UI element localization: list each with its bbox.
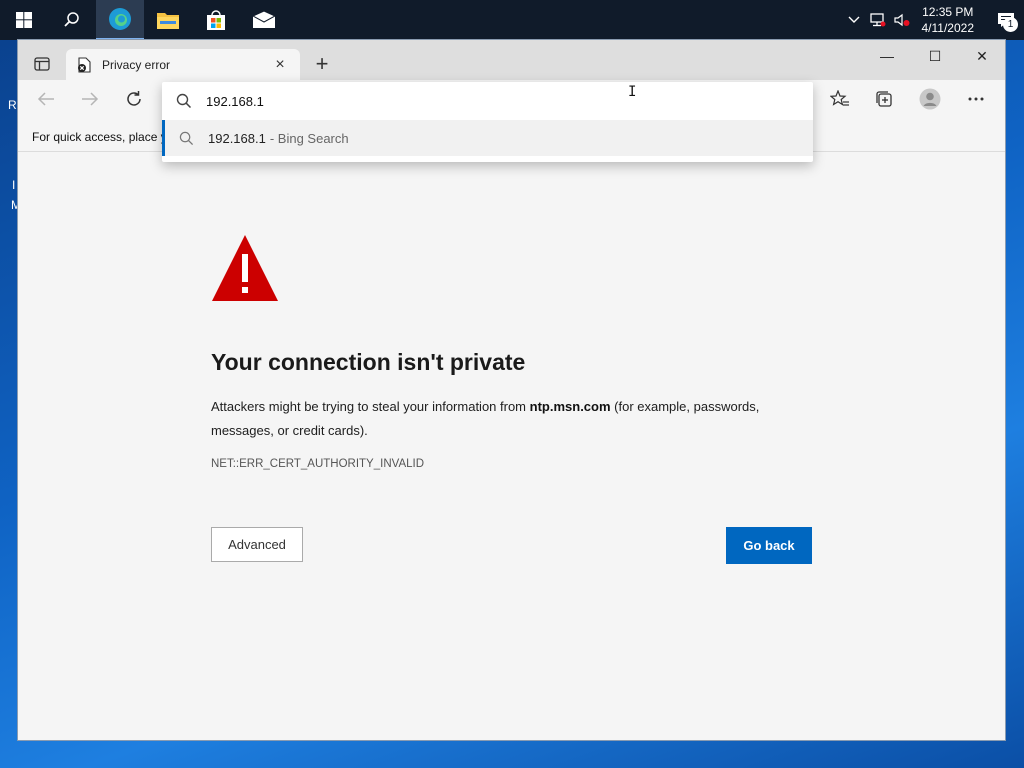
- tab-close-button[interactable]: ×: [270, 56, 290, 74]
- avatar-icon: [919, 88, 941, 110]
- error-title: Your connection isn't private: [211, 349, 526, 375]
- search-button[interactable]: [48, 0, 96, 40]
- edge-icon: [109, 8, 131, 30]
- search-icon: [64, 12, 79, 27]
- network-icon: [869, 13, 885, 27]
- address-input[interactable]: [206, 93, 726, 109]
- settings-more-button[interactable]: [960, 84, 992, 114]
- minimize-button[interactable]: —: [864, 40, 910, 72]
- refresh-button[interactable]: [118, 84, 150, 114]
- taskbar-file-explorer[interactable]: [144, 0, 192, 40]
- tab-actions-button[interactable]: [22, 48, 62, 80]
- windows-logo-icon: [16, 12, 32, 28]
- clock-time: 12:35 PM: [922, 5, 974, 19]
- arrow-right-icon: [82, 92, 99, 106]
- tab-actions-icon: [34, 57, 50, 71]
- store-bag-icon: [207, 10, 225, 30]
- arrow-left-icon: [37, 92, 54, 106]
- volume-tray-button[interactable]: [890, 0, 914, 40]
- taskbar-mail[interactable]: [240, 0, 288, 40]
- search-icon: [176, 93, 192, 109]
- system-tray: 12:35 PM 4/11/2022 1: [842, 0, 1024, 40]
- text-cursor-icon: I: [628, 84, 637, 100]
- network-tray-button[interactable]: [866, 0, 890, 40]
- clock-date: 4/11/2022: [921, 21, 975, 35]
- warning-triangle-icon: [212, 235, 278, 301]
- error-domain: ntp.msn.com: [529, 399, 611, 414]
- tab-title: Privacy error: [102, 57, 171, 72]
- error-page: Your connection isn't private Attackers …: [18, 152, 1005, 740]
- title-bar: Privacy error × + — ☐ ✕: [18, 40, 1005, 80]
- suggestion-text: 192.168.1: [208, 130, 266, 146]
- show-hidden-icons-button[interactable]: [842, 0, 866, 40]
- more-horizontal-icon: [968, 97, 984, 101]
- back-button[interactable]: [30, 84, 62, 114]
- collections-button[interactable]: [868, 84, 900, 114]
- taskbar: 12:35 PM 4/11/2022 1: [0, 0, 1024, 40]
- advanced-button[interactable]: Advanced: [211, 527, 303, 562]
- error-description: Attackers might be trying to steal your …: [211, 395, 821, 443]
- start-button[interactable]: [0, 0, 48, 40]
- taskbar-store[interactable]: [192, 0, 240, 40]
- maximize-button[interactable]: ☐: [912, 40, 958, 72]
- error-code: NET::ERR_CERT_AUTHORITY_INVALID: [211, 458, 425, 470]
- address-bar[interactable]: [162, 82, 813, 120]
- desktop-label-r: R: [8, 98, 17, 112]
- desktop-label-i: I: [12, 178, 16, 192]
- favorites-bar-hint: For quick access, place y: [32, 130, 167, 144]
- collections-icon: [876, 91, 892, 107]
- new-tab-button[interactable]: +: [308, 50, 336, 78]
- volume-muted-icon: [893, 13, 909, 27]
- address-bar-dropdown: 192.168.1 - Bing Search: [162, 82, 813, 162]
- mail-icon: [252, 11, 276, 28]
- taskbar-clock[interactable]: 12:35 PM 4/11/2022: [914, 4, 989, 36]
- refresh-icon: [127, 91, 141, 106]
- search-suggestion[interactable]: 192.168.1 - Bing Search: [162, 120, 813, 156]
- close-window-button[interactable]: ✕: [959, 40, 1005, 72]
- search-icon: [179, 131, 194, 145]
- chevron-up-icon: [848, 16, 859, 23]
- taskbar-edge[interactable]: [96, 0, 144, 40]
- notification-count-badge: 1: [1003, 17, 1018, 32]
- suggestion-source: - Bing Search: [269, 130, 349, 146]
- tab-privacy-error[interactable]: Privacy error ×: [66, 49, 300, 80]
- error-description-start: Attackers might be trying to steal your …: [211, 399, 530, 414]
- forward-button[interactable]: [74, 84, 106, 114]
- star-list-icon: [830, 90, 849, 106]
- certificate-error-icon: [78, 56, 91, 73]
- go-back-button[interactable]: Go back: [726, 527, 812, 564]
- folder-icon: [157, 13, 179, 29]
- favorites-button[interactable]: [824, 84, 856, 114]
- profile-button[interactable]: [914, 84, 946, 114]
- action-center-button[interactable]: 1: [988, 0, 1024, 40]
